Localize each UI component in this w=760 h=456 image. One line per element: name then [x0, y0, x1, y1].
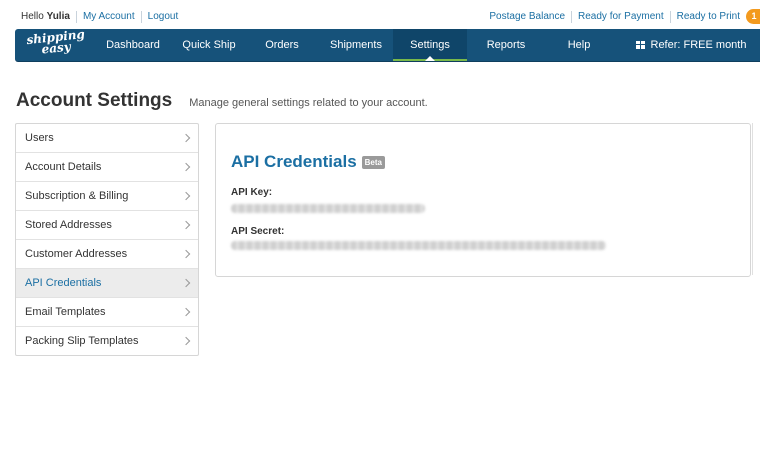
refer-free-month-link[interactable]: Refer: FREE month: [627, 29, 755, 61]
status-links: Postage Balance Ready for Payment Ready …: [489, 11, 746, 23]
ready-to-print-item: Ready to Print: [669, 11, 746, 23]
ready-to-print-link[interactable]: Ready to Print: [677, 11, 740, 22]
tab-quick-ship[interactable]: Quick Ship: [175, 29, 243, 61]
card-title-text: API Credentials: [231, 152, 357, 171]
active-tab-caret-icon: [425, 56, 435, 61]
my-account-link[interactable]: My Account: [83, 11, 135, 22]
api-key-label: API Key:: [231, 187, 273, 198]
sidebar-item-account-details[interactable]: Account Details: [16, 152, 198, 181]
sidebar-item-customer-addresses[interactable]: Customer Addresses: [16, 239, 198, 268]
tab-reports[interactable]: Reports: [477, 29, 535, 61]
logout-link[interactable]: Logout: [148, 11, 179, 22]
sidebar-item-label: Email Templates: [25, 306, 106, 318]
chevron-right-icon: [181, 336, 191, 346]
api-credentials-card: API Credentials Beta API Key: API Secret…: [215, 123, 751, 277]
logout-item: Logout: [140, 11, 185, 23]
beta-badge: Beta: [361, 155, 385, 169]
chevron-right-icon: [181, 162, 191, 172]
sidebar-item-packing-slip-templates[interactable]: Packing Slip Templates: [16, 326, 198, 355]
chevron-right-icon: [181, 191, 191, 201]
ready-for-payment-item: Ready for Payment: [571, 11, 670, 23]
page-title: Account Settings: [16, 90, 173, 111]
api-secret-label: API Secret:: [231, 226, 285, 237]
card-title: API Credentials Beta: [231, 152, 385, 172]
chevron-right-icon: [181, 307, 191, 317]
tab-settings-label: Settings: [410, 39, 450, 51]
sidebar-item-stored-addresses[interactable]: Stored Addresses: [16, 210, 198, 239]
chevron-right-icon: [181, 278, 191, 288]
greeting: Hello Yulia: [21, 11, 76, 23]
logo-text-line2: easy: [40, 39, 72, 57]
api-key-value-redacted[interactable]: [231, 204, 425, 213]
tab-settings[interactable]: Settings: [393, 29, 467, 61]
sidebar-item-label: Account Details: [25, 161, 102, 173]
refer-label: Refer: FREE month: [650, 39, 747, 51]
user-links: Hello Yulia My Account Logout: [21, 11, 184, 23]
ready-to-print-count-badge[interactable]: 1: [746, 9, 760, 24]
user-name: Yulia: [46, 11, 70, 22]
top-utility-bar: Hello Yulia My Account Logout Postage Ba…: [0, 0, 760, 30]
postage-balance-link[interactable]: Postage Balance: [489, 11, 565, 22]
greeting-prefix: Hello: [21, 11, 44, 22]
chevron-right-icon: [181, 133, 191, 143]
postage-balance-item: Postage Balance: [489, 11, 571, 23]
tab-orders[interactable]: Orders: [253, 29, 311, 61]
page-subtitle: Manage general settings related to your …: [189, 97, 428, 109]
shippingeasy-logo[interactable]: shipping easy: [26, 27, 86, 57]
main-nav: shipping easy Dashboard Quick Ship Order…: [15, 27, 760, 62]
sidebar-item-label: API Credentials: [25, 277, 102, 289]
sidebar-item-label: Users: [25, 132, 54, 144]
sidebar-item-email-templates[interactable]: Email Templates: [16, 297, 198, 326]
sidebar-item-label: Packing Slip Templates: [25, 335, 139, 347]
sidebar-item-subscription-billing[interactable]: Subscription & Billing: [16, 181, 198, 210]
tab-shipments[interactable]: Shipments: [321, 29, 391, 61]
api-secret-value-redacted[interactable]: [231, 241, 606, 250]
tab-dashboard[interactable]: Dashboard: [97, 29, 169, 61]
gift-icon: [635, 41, 645, 49]
sidebar-item-api-credentials[interactable]: API Credentials: [16, 268, 198, 297]
sidebar-item-label: Stored Addresses: [25, 219, 112, 231]
sidebar-item-label: Subscription & Billing: [25, 190, 129, 202]
adjacent-panel-edge: [752, 123, 760, 275]
tab-help[interactable]: Help: [555, 29, 603, 61]
settings-sidebar: Users Account Details Subscription & Bil…: [15, 123, 199, 356]
sidebar-item-label: Customer Addresses: [25, 248, 128, 260]
chevron-right-icon: [181, 220, 191, 230]
page-header: Account Settings Manage general settings…: [16, 90, 428, 112]
chevron-right-icon: [181, 249, 191, 259]
my-account-item: My Account: [75, 11, 141, 23]
sidebar-item-users[interactable]: Users: [16, 124, 198, 152]
ready-for-payment-link[interactable]: Ready for Payment: [578, 11, 664, 22]
